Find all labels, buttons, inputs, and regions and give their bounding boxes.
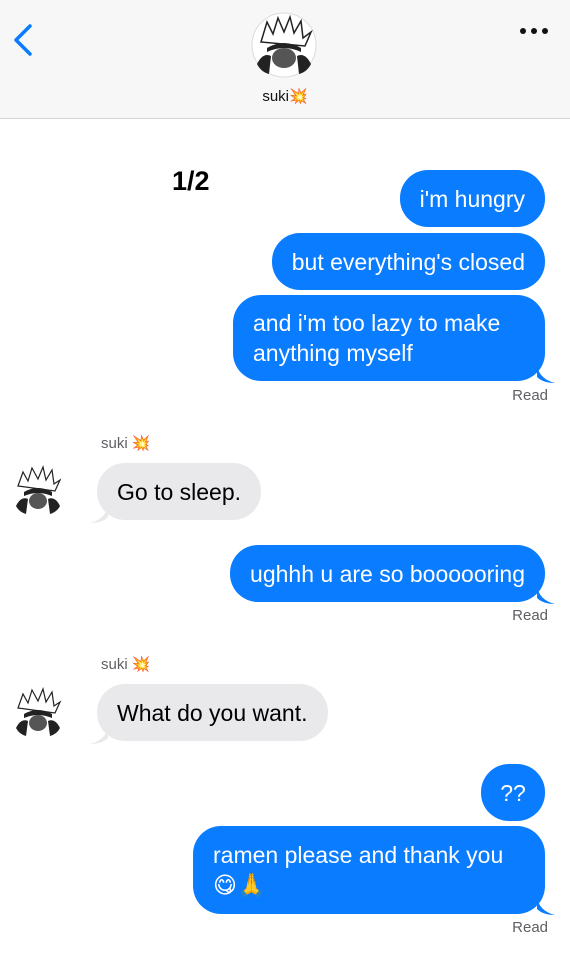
ellipsis-icon[interactable] (520, 28, 548, 34)
message-bubble-incoming[interactable]: Go to sleep. (97, 463, 262, 520)
contact-avatar-small[interactable] (12, 464, 64, 516)
contact-name: suki (262, 88, 289, 105)
sender-name: suki 💥 (101, 435, 151, 452)
contact-avatar-small[interactable] (12, 686, 64, 738)
sender-name: suki 💥 (101, 656, 151, 673)
explosion-emoji-icon: 💥 (289, 88, 308, 105)
message-bubble-outgoing[interactable]: ughhh u are so boooooring (230, 545, 545, 602)
bubble-tail (90, 505, 108, 523)
bubble-tail (537, 897, 555, 915)
message-bubble-outgoing[interactable]: i'm hungry (399, 170, 545, 227)
conversation-header: suki💥 (0, 0, 570, 119)
bubble-tail (90, 726, 108, 744)
contact-avatar[interactable] (251, 12, 317, 78)
message-bubble-outgoing[interactable]: ramen please and thank you 😋🙏 (193, 826, 545, 914)
chevron-left-icon[interactable] (10, 22, 38, 58)
bubble-tail (537, 586, 555, 604)
bubble-tail (537, 365, 555, 383)
message-bubble-outgoing[interactable]: and i'm too lazy to make anything myself (233, 295, 545, 381)
read-receipt: Read (512, 387, 548, 404)
read-receipt: Read (512, 607, 548, 624)
message-bubble-outgoing[interactable]: but everything's closed (271, 233, 545, 290)
overlay-page-label: 1/2 (172, 166, 210, 196)
message-bubble-incoming[interactable]: What do you want. (97, 684, 328, 741)
read-receipt: Read (512, 919, 548, 936)
contact-name-label[interactable]: suki💥 (0, 87, 570, 105)
message-bubble-outgoing[interactable]: ?? (481, 764, 545, 821)
